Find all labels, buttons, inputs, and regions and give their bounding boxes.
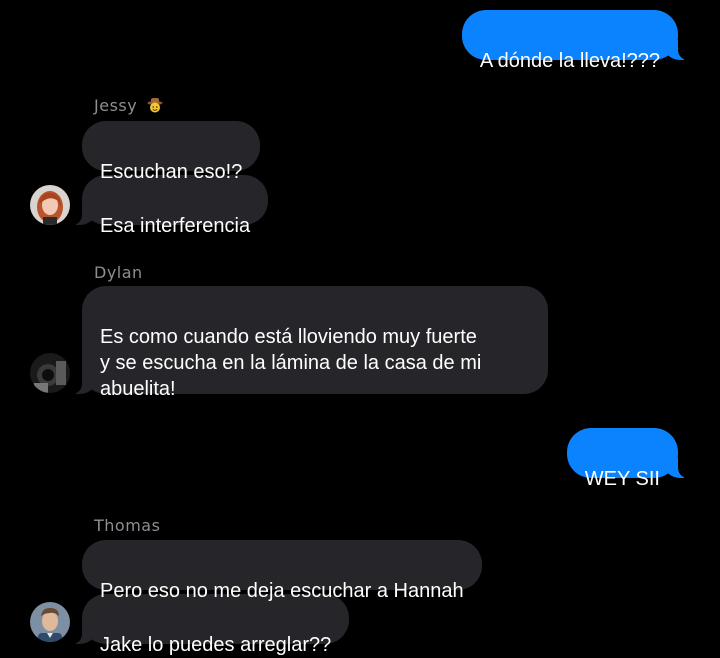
message-bubble-incoming[interactable]: Pero eso no me deja escuchar a Hannah — [82, 540, 482, 602]
message-text: WEY SII — [584, 468, 660, 490]
message-bubble-incoming[interactable]: Escuchan eso!? — [82, 121, 261, 183]
message-text: Pero eso no me deja escuchar a Hannah — [100, 580, 464, 602]
message-bubble-outgoing[interactable]: A dónde la lleva!??? — [461, 10, 691, 72]
message-thread: A dónde la lleva!??? Jessy Escuchan eso!… — [0, 0, 720, 656]
message-text: Es como cuando está lloviendo muy fuerte… — [100, 326, 482, 400]
sender-name-text: Jessy — [94, 96, 138, 115]
message-text: Escuchan eso!? — [100, 161, 243, 183]
avatar-thomas[interactable] — [30, 602, 70, 642]
message-text: A dónde la lleva!??? — [479, 50, 660, 72]
avatar-jessy[interactable] — [30, 185, 70, 225]
message-text: Jake lo puedes arreglar?? — [100, 634, 332, 656]
avatar-dylan[interactable] — [30, 353, 70, 393]
sender-name-dylan: Dylan — [94, 263, 143, 282]
sender-name-jessy: Jessy — [94, 96, 163, 115]
message-bubble-outgoing[interactable]: WEY SII — [566, 428, 691, 490]
message-bubble-incoming[interactable]: Es como cuando está lloviendo muy fuerte… — [70, 286, 548, 400]
cowboy-face-icon — [147, 97, 163, 113]
message-text: Esa interferencia — [100, 215, 251, 237]
sender-name-thomas: Thomas — [94, 516, 161, 535]
